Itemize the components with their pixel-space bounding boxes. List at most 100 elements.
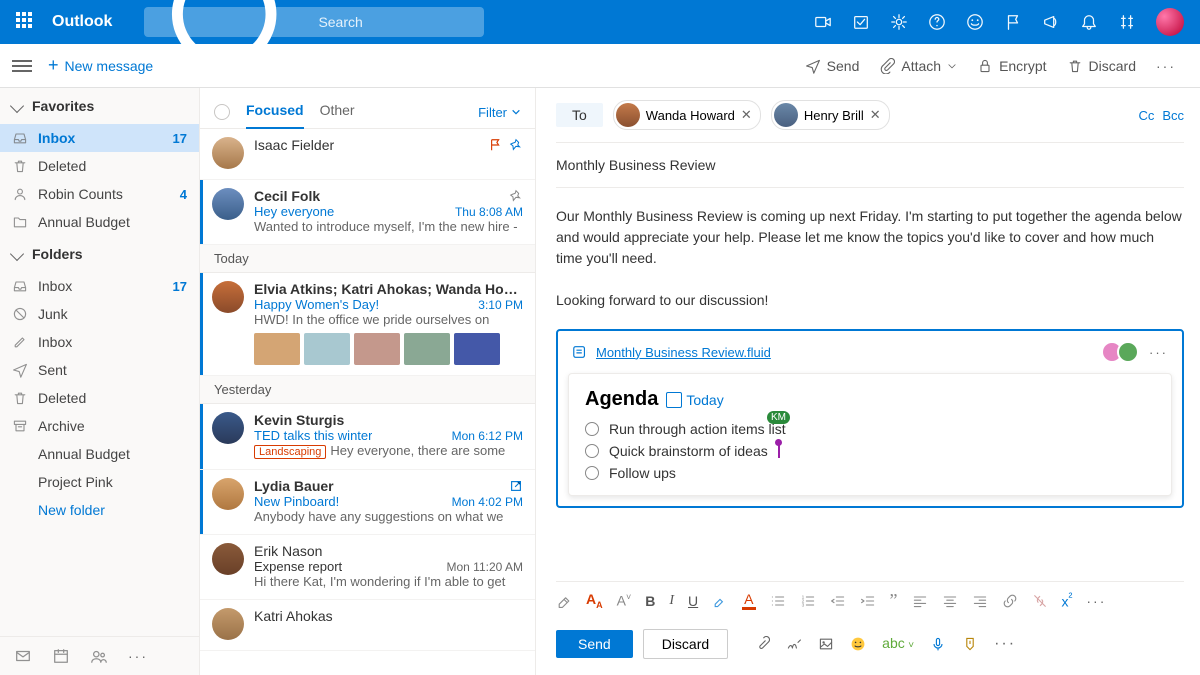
pin-icon[interactable] xyxy=(509,138,523,152)
superscript-icon[interactable]: x² xyxy=(1062,591,1073,610)
checkbox-icon[interactable] xyxy=(585,466,599,480)
message-item[interactable]: Cecil Folk Hey everyoneThu 8:08 AM Wante… xyxy=(200,180,535,245)
checkbox-icon[interactable] xyxy=(585,444,599,458)
fluid-component[interactable]: Monthly Business Review.fluid ··· Agenda… xyxy=(556,329,1184,508)
clear-format-icon[interactable] xyxy=(556,593,572,609)
align-right-icon[interactable] xyxy=(972,593,988,609)
meet-now-icon[interactable] xyxy=(814,13,832,31)
folder-sent[interactable]: Sent xyxy=(0,356,199,384)
message-item[interactable]: Elvia Atkins; Katri Ahokas; Wanda Howard… xyxy=(200,273,535,376)
filter-button[interactable]: Filter xyxy=(478,105,521,120)
tools-icon[interactable] xyxy=(1118,13,1136,31)
recipient-chip[interactable]: Wanda Howard ✕ xyxy=(613,100,761,130)
agenda-item[interactable]: Run through action items listKM xyxy=(585,421,1155,437)
open-external-icon[interactable] xyxy=(509,479,523,493)
more-icon[interactable]: ··· xyxy=(128,648,148,664)
quote-icon[interactable]: ” xyxy=(890,590,898,611)
agenda-item[interactable]: Follow ups xyxy=(585,465,1155,481)
to-button[interactable]: To xyxy=(556,103,603,127)
underline-icon[interactable]: U xyxy=(688,593,698,609)
folder-inbox[interactable]: Inbox17 xyxy=(0,124,199,152)
font-decrease-icon[interactable]: A˅ xyxy=(617,592,632,609)
send-button[interactable]: Send xyxy=(556,630,633,658)
attach-action[interactable]: Attach xyxy=(879,58,957,74)
signature-icon[interactable] xyxy=(786,636,802,652)
font-increase-icon[interactable]: AA xyxy=(586,591,603,610)
subject-field[interactable]: Monthly Business Review xyxy=(556,143,1184,188)
bold-icon[interactable]: B xyxy=(645,593,655,609)
checkbox-icon[interactable] xyxy=(585,422,599,436)
emoji-picker-icon[interactable] xyxy=(850,636,866,652)
align-left-icon[interactable] xyxy=(912,593,928,609)
favorites-header[interactable]: Favorites xyxy=(0,88,199,124)
new-folder-link[interactable]: New folder xyxy=(0,496,199,524)
attach-inline-icon[interactable] xyxy=(754,636,770,652)
mail-icon[interactable] xyxy=(14,647,32,665)
folders-header[interactable]: Folders xyxy=(0,236,199,272)
bullets-icon[interactable] xyxy=(770,593,786,609)
folder-junk[interactable]: Junk xyxy=(0,300,199,328)
help-icon[interactable] xyxy=(928,13,946,31)
settings-gear-icon[interactable] xyxy=(890,13,908,31)
bell-icon[interactable] xyxy=(1080,13,1098,31)
link-icon[interactable] xyxy=(1002,593,1018,609)
people-icon[interactable] xyxy=(90,647,108,665)
remove-icon[interactable]: ✕ xyxy=(870,107,881,123)
font-color-icon[interactable]: A xyxy=(742,591,755,610)
dictate-icon[interactable] xyxy=(930,636,946,652)
task-check-icon[interactable] xyxy=(852,13,870,31)
align-center-icon[interactable] xyxy=(942,593,958,609)
picture-icon[interactable] xyxy=(818,636,834,652)
tab-focused[interactable]: Focused xyxy=(246,96,304,128)
agenda-card[interactable]: Agenda Today Run through action items li… xyxy=(568,373,1172,496)
folder-deleted[interactable]: Deleted xyxy=(0,152,199,180)
more-send-options-icon[interactable]: ··· xyxy=(994,635,1016,653)
new-message-button[interactable]: + New message xyxy=(48,55,153,76)
search-input[interactable] xyxy=(318,14,474,30)
folder-inbox-2[interactable]: Inbox17 xyxy=(0,272,199,300)
app-launcher-icon[interactable] xyxy=(16,12,36,32)
cc-link[interactable]: Cc xyxy=(1138,108,1154,123)
outdent-icon[interactable] xyxy=(830,593,846,609)
select-all-checkbox[interactable] xyxy=(214,104,230,120)
fluid-filename[interactable]: Monthly Business Review.fluid xyxy=(596,345,771,360)
spellcheck-icon[interactable]: abc ˅ xyxy=(882,635,914,653)
profile-avatar[interactable] xyxy=(1156,8,1184,36)
message-item[interactable]: Erik Nason Expense reportMon 11:20 AM Hi… xyxy=(200,535,535,600)
agenda-item[interactable]: Quick brainstorm of ideas xyxy=(585,443,1155,459)
encrypt-action[interactable]: Encrypt xyxy=(977,58,1046,74)
remove-icon[interactable]: ✕ xyxy=(741,107,752,123)
message-item[interactable]: Isaac Fielder xyxy=(200,129,535,180)
numbering-icon[interactable]: 123 xyxy=(800,593,816,609)
tab-other[interactable]: Other xyxy=(320,96,355,128)
folder-person[interactable]: Robin Counts4 xyxy=(0,180,199,208)
more-format-icon[interactable]: ··· xyxy=(1086,593,1106,609)
megaphone-icon[interactable] xyxy=(1042,13,1060,31)
calendar-icon[interactable] xyxy=(52,647,70,665)
emoji-icon[interactable] xyxy=(966,13,984,31)
discard-action[interactable]: Discard xyxy=(1067,58,1136,74)
today-pill[interactable]: Today xyxy=(666,392,723,408)
unlink-icon[interactable] xyxy=(1032,593,1048,609)
folder-deleted-2[interactable]: Deleted xyxy=(0,384,199,412)
recipient-chip[interactable]: Henry Brill ✕ xyxy=(771,100,890,130)
folder-archive[interactable]: Archive xyxy=(0,412,199,440)
bcc-link[interactable]: Bcc xyxy=(1162,108,1184,123)
italic-icon[interactable]: I xyxy=(669,593,674,609)
send-action[interactable]: Send xyxy=(805,58,860,74)
folder-project-pink[interactable]: Project Pink xyxy=(0,468,199,496)
flag-icon[interactable] xyxy=(489,138,503,152)
message-item[interactable]: Lydia Bauer New Pinboard!Mon 4:02 PM Any… xyxy=(200,470,535,535)
more-actions[interactable]: ··· xyxy=(1156,58,1176,74)
pin-icon[interactable] xyxy=(509,189,523,203)
folder-drafts[interactable]: Inbox xyxy=(0,328,199,356)
message-item[interactable]: Katri Ahokas xyxy=(200,600,535,651)
folder-annual-budget[interactable]: Annual Budget xyxy=(0,440,199,468)
email-body[interactable]: Our Monthly Business Review is coming up… xyxy=(556,188,1184,329)
highlight-icon[interactable] xyxy=(712,593,728,609)
search-box[interactable] xyxy=(144,7,484,37)
message-item[interactable]: Kevin Sturgis TED talks this winterMon 6… xyxy=(200,404,535,470)
folder-budget[interactable]: Annual Budget xyxy=(0,208,199,236)
flag-icon[interactable] xyxy=(1004,13,1022,31)
more-icon[interactable]: ··· xyxy=(1149,345,1168,360)
